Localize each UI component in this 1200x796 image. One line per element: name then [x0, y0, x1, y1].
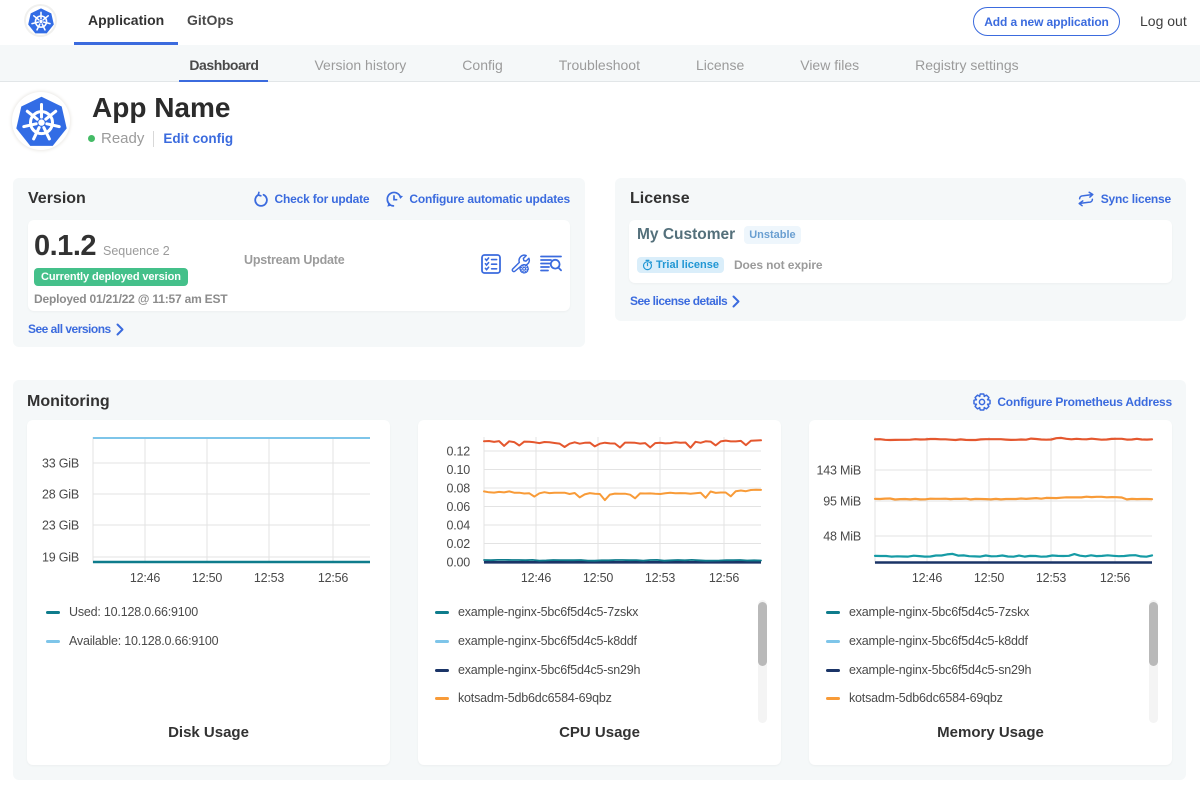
svg-text:12:53: 12:53 — [1036, 571, 1067, 585]
svg-text:0.02: 0.02 — [446, 537, 470, 551]
svg-text:12:46: 12:46 — [130, 571, 161, 585]
svg-text:0.12: 0.12 — [446, 445, 470, 459]
svg-text:12:50: 12:50 — [974, 571, 1005, 585]
svg-text:12:46: 12:46 — [521, 571, 552, 585]
svg-text:19 GiB: 19 GiB — [42, 551, 79, 565]
svg-text:33 GiB: 33 GiB — [42, 457, 79, 471]
svg-text:95 MiB: 95 MiB — [823, 495, 861, 509]
svg-text:12:53: 12:53 — [645, 571, 676, 585]
svg-text:12:50: 12:50 — [583, 571, 614, 585]
svg-text:0.06: 0.06 — [446, 500, 470, 514]
svg-text:12:53: 12:53 — [254, 571, 285, 585]
svg-text:12:56: 12:56 — [318, 571, 349, 585]
svg-text:12:46: 12:46 — [912, 571, 943, 585]
svg-text:0.08: 0.08 — [446, 482, 470, 496]
svg-text:23 GiB: 23 GiB — [42, 519, 79, 533]
svg-text:0.10: 0.10 — [446, 463, 470, 477]
svg-text:143 MiB: 143 MiB — [817, 464, 861, 478]
svg-text:12:56: 12:56 — [709, 571, 740, 585]
svg-text:12:50: 12:50 — [192, 571, 223, 585]
svg-text:28 GiB: 28 GiB — [42, 488, 79, 502]
svg-text:12:56: 12:56 — [1100, 571, 1131, 585]
svg-text:0.00: 0.00 — [446, 556, 470, 570]
svg-text:48 MiB: 48 MiB — [823, 530, 861, 544]
svg-text:0.04: 0.04 — [446, 519, 470, 533]
